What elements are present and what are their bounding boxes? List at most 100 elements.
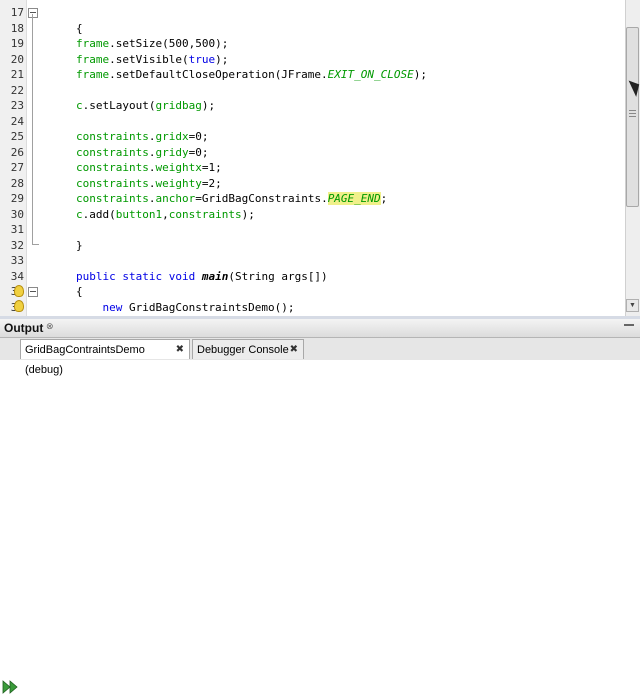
code-text: constraints.anchor=GridBagConstraints.PA… (76, 191, 387, 206)
code-token: ); (215, 52, 229, 66)
code-text: constraints.weightx=1; (76, 160, 222, 175)
code-line[interactable]: 32} (0, 238, 622, 253)
code-token: GridBagConstraintsDemo(); (128, 300, 295, 314)
fold-toggle-icon[interactable] (28, 287, 38, 297)
minimize-icon[interactable] (624, 324, 634, 326)
code-token: new (102, 300, 129, 314)
fold-toggle-icon[interactable] (28, 8, 38, 18)
code-line[interactable]: 18 { (0, 21, 622, 36)
vertical-scrollbar[interactable]: ▼ (625, 0, 640, 316)
code-token: ); (241, 207, 255, 221)
code-text: { (76, 21, 83, 36)
code-text: constraints.gridx=0; (76, 129, 208, 144)
code-token: (String args[]) (228, 269, 328, 283)
hint-bulb-icon[interactable] (14, 285, 24, 297)
code-token: weightx (155, 161, 202, 174)
code-token: , (162, 207, 169, 221)
code-line[interactable]: 22 (0, 83, 622, 98)
fold-guide (32, 14, 33, 244)
line-number: 26 (10, 145, 24, 159)
code-token: anchor (155, 192, 196, 205)
tab-label: GridBagContraintsDemo (debug) (25, 344, 145, 376)
code-line[interactable]: 31 (0, 222, 622, 237)
scrollbar-thumb[interactable] (626, 27, 639, 207)
code-text: frame.setSize(500,500); (76, 36, 228, 51)
code-token: constraints (168, 207, 242, 221)
code-text: frame.setDefaultCloseOperation(JFrame.EX… (76, 67, 427, 82)
code-line[interactable]: 34 public static void main(String args[]) (0, 269, 622, 284)
line-number: 17 (10, 6, 24, 19)
code-token: constraints (76, 176, 149, 190)
run-debug-icon[interactable] (2, 680, 18, 694)
close-output-icon[interactable]: ⊗ (46, 321, 54, 332)
code-token: c (76, 99, 83, 112)
code-line[interactable]: 20 frame.setVisible(true); (0, 52, 622, 67)
code-token: button1 (115, 207, 163, 221)
line-number: 31 (10, 223, 24, 236)
code-token: } (76, 238, 83, 252)
code-line[interactable]: 24 (0, 114, 622, 129)
code-line[interactable]: 27 constraints.weightx=1; (0, 160, 622, 175)
code-token: PAGE_END (327, 192, 381, 205)
code-token: .add( (82, 207, 116, 221)
code-line[interactable]: 29 constraints.anchor=GridBagConstraints.… (0, 191, 622, 206)
code-token: { (76, 285, 83, 298)
code-token: gridx (155, 130, 189, 143)
code-line[interactable]: 25 constraints.gridx=0; (0, 129, 622, 144)
tab-debug-output[interactable]: GridBagContraintsDemo (debug) ✖ (20, 339, 190, 376)
code-token: =0; (188, 145, 209, 159)
code-token: public static void (76, 269, 202, 283)
code-text: c.setLayout(gridbag); (76, 98, 215, 113)
line-number: 24 (10, 114, 24, 128)
code-text: { (76, 284, 83, 299)
output-title: Output (4, 321, 44, 335)
code-text: constraints.weighty=2; (76, 176, 222, 191)
line-number: 32 (10, 238, 24, 252)
output-tab-bar: GridBagContraintsDemo (debug) ✖ Debugger… (0, 338, 640, 694)
code-token: =0; (188, 130, 209, 143)
code-line[interactable]: 17 (0, 5, 622, 20)
code-token: ; (380, 192, 388, 205)
code-token: frame (76, 68, 110, 81)
code-line[interactable]: 21 frame.setDefaultCloseOperation(JFrame.… (0, 67, 622, 82)
line-number: 30 (10, 207, 24, 221)
code-token: weighty (155, 176, 202, 190)
code-token: constraints (76, 130, 149, 143)
code-token: =GridBagConstraints. (195, 192, 328, 205)
code-text: new GridBagConstraintsDemo(); (102, 300, 294, 315)
code-token: EXIT_ON_CLOSE (327, 68, 414, 81)
code-text: public static void main(String args[]) (76, 269, 328, 284)
hint-bulb-icon[interactable] (14, 300, 24, 312)
code-line[interactable]: 30 c.add(button1,constraints); (0, 207, 622, 222)
code-token: ); (413, 68, 428, 81)
code-line[interactable]: 26 constraints.gridy=0; (0, 145, 622, 160)
line-number: 27 (10, 161, 24, 174)
code-text: constraints.gridy=0; (76, 145, 208, 160)
line-number: 19 (10, 37, 24, 50)
code-line[interactable]: 28 constraints.weighty=2; (0, 176, 622, 191)
code-token: gridy (155, 145, 189, 159)
code-token: constraints (76, 192, 149, 205)
code-line[interactable]: 19 frame.setSize(500,500); (0, 36, 622, 51)
code-line[interactable]: 35{ (0, 284, 622, 299)
code-token: =1; (201, 161, 222, 174)
code-line[interactable]: 33 (0, 253, 622, 268)
close-tab-icon[interactable]: ✖ (176, 340, 184, 360)
code-token: true (188, 52, 216, 66)
close-tab-icon[interactable]: ✖ (290, 340, 298, 360)
scroll-down-icon[interactable]: ▼ (626, 299, 639, 312)
line-number: 23 (10, 99, 24, 112)
fold-guide-end (32, 244, 39, 245)
output-panel-header: Output ⊗ (0, 319, 640, 338)
code-line[interactable]: 36new GridBagConstraintsDemo(); (0, 300, 622, 315)
code-token: ); (201, 99, 216, 112)
line-number: 18 (10, 21, 24, 35)
line-number: 33 (10, 254, 24, 267)
line-number: 21 (10, 68, 24, 81)
code-editor[interactable]: 17 18 {19 frame.setSize(500,500); 20 frame.se… (0, 0, 640, 316)
line-number: 28 (10, 176, 24, 190)
code-token: { (76, 21, 83, 35)
tab-debugger-console[interactable]: Debugger Console ✖ (192, 339, 304, 359)
line-number: 29 (10, 192, 24, 205)
code-line[interactable]: 23 c.setLayout(gridbag); (0, 98, 622, 113)
